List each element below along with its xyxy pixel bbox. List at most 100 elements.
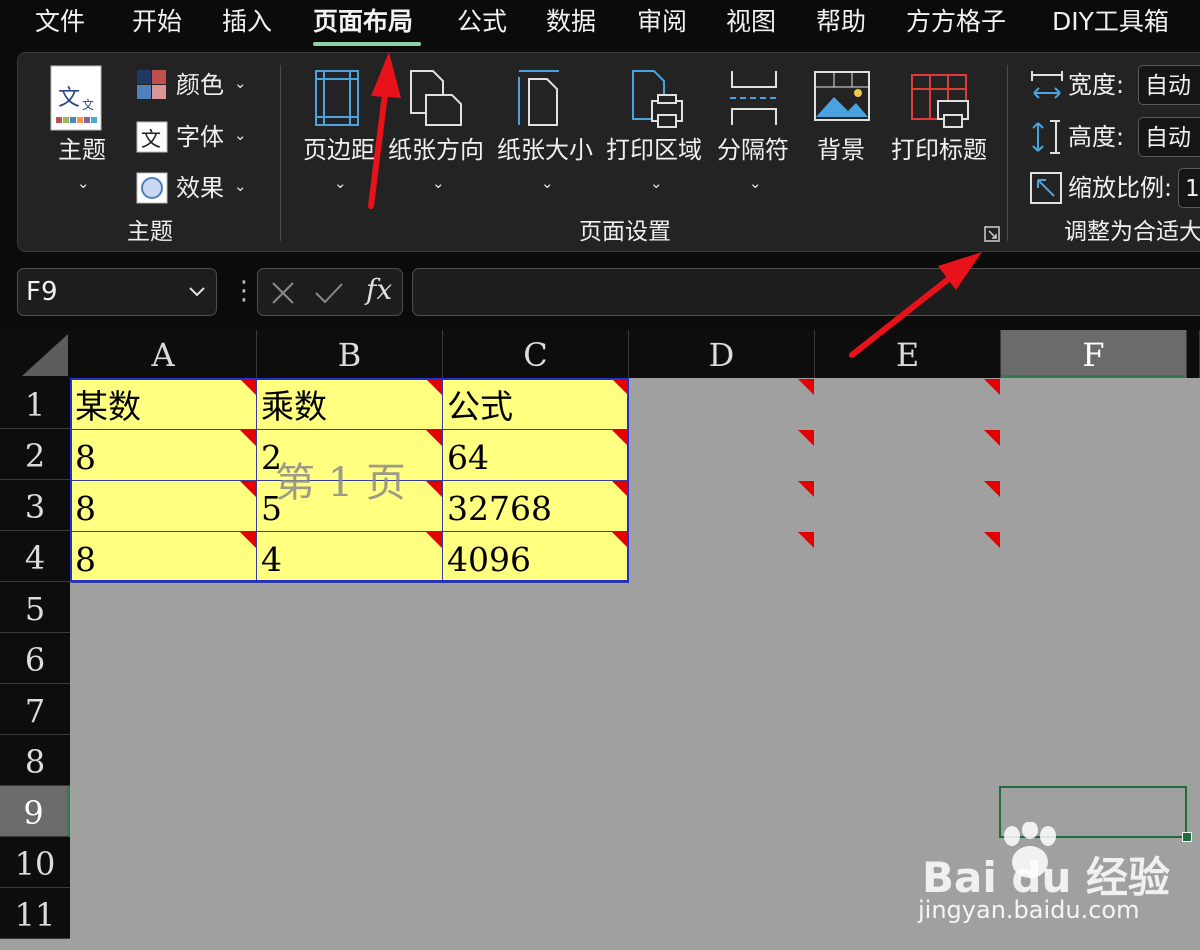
group-label-page-setup: 页面设置 [579, 219, 671, 245]
comment-indicator[interactable] [612, 379, 628, 395]
column-header-g[interactable] [1187, 330, 1200, 378]
tab-diy-toolbox[interactable]: DIY工具箱 [1052, 4, 1169, 40]
row-header[interactable]: 3 [0, 480, 70, 531]
cell-c1[interactable]: 公式 [443, 379, 629, 430]
column-header-c[interactable]: C [443, 330, 629, 378]
name-box[interactable]: F9 [17, 268, 217, 316]
active-tab-underline [313, 42, 421, 46]
row-header[interactable]: 8 [0, 735, 70, 786]
margins-icon [315, 70, 359, 126]
print-area-button[interactable]: 打印区域 [606, 135, 702, 165]
width-select[interactable]: 自动 [1138, 65, 1200, 105]
column-header-e[interactable]: E [815, 330, 1001, 378]
column-header-b[interactable]: B [257, 330, 443, 378]
comment-indicator[interactable] [984, 379, 1000, 395]
comment-indicator[interactable] [798, 481, 814, 497]
cell-b4[interactable]: 4 [257, 532, 443, 583]
breaks-icon [730, 71, 778, 125]
cell-a1[interactable]: 某数 [71, 379, 257, 430]
fonts-button[interactable]: 字体 [176, 122, 224, 152]
row-header[interactable]: 2 [0, 429, 70, 480]
scale-input[interactable]: 1( [1178, 168, 1200, 208]
row-header[interactable]: 1 [0, 378, 70, 429]
cell-c3[interactable]: 32768 [443, 481, 629, 532]
cell-c2[interactable]: 64 [443, 430, 629, 481]
chevron-down-icon[interactable]: ⌄ [650, 175, 663, 191]
chevron-down-icon[interactable]: ⌄ [234, 75, 247, 91]
comment-indicator[interactable] [426, 532, 442, 548]
comment-indicator[interactable] [612, 430, 628, 446]
tab-formulas[interactable]: 公式 [457, 4, 507, 40]
tab-help[interactable]: 帮助 [816, 4, 866, 40]
chevron-down-icon[interactable]: ⌄ [234, 127, 247, 143]
tab-file[interactable]: 文件 [35, 4, 85, 40]
cell-a4[interactable]: 8 [71, 532, 257, 583]
chevron-down-icon[interactable]: ⌄ [432, 175, 445, 191]
comment-indicator[interactable] [426, 481, 442, 497]
menu-bar: 文件 开始 插入 页面布局 公式 数据 审阅 视图 帮助 方方格子 DIY工具箱 [0, 0, 1200, 50]
chevron-down-icon[interactable]: ⌄ [541, 175, 554, 191]
comment-indicator[interactable] [240, 532, 256, 548]
confirm-icon[interactable] [314, 281, 344, 305]
cancel-icon[interactable] [270, 281, 296, 305]
row-header[interactable]: 4 [0, 531, 70, 582]
formula-input[interactable] [412, 268, 1200, 316]
themes-button[interactable]: 主题 [58, 135, 106, 165]
comment-indicator[interactable] [612, 532, 628, 548]
column-header-f[interactable]: F [1001, 330, 1187, 378]
insert-function-button[interactable]: fx [366, 273, 392, 306]
comment-indicator[interactable] [798, 379, 814, 395]
width-label: 宽度: [1068, 71, 1125, 99]
comment-indicator[interactable] [984, 430, 1000, 446]
comment-indicator[interactable] [240, 430, 256, 446]
comment-indicator[interactable] [612, 481, 628, 497]
cell-b1[interactable]: 乘数 [257, 379, 443, 430]
ribbon: 文 文 主题 ⌄ 颜色 ⌄ 文 字体 ⌄ 效果 ⌄ 主题 页边距 ⌄ 纸张方向 … [17, 52, 1200, 252]
page-size-button[interactable]: 纸张大小 [497, 135, 593, 165]
scale-label: 缩放比例: [1068, 174, 1173, 202]
print-titles-button[interactable]: 打印标题 [891, 135, 987, 165]
effects-button[interactable]: 效果 [176, 173, 224, 203]
chevron-down-icon[interactable] [188, 285, 206, 299]
formula-bar-grip-icon[interactable]: ⋮ [231, 276, 257, 306]
row-header-selected[interactable]: 9 [0, 786, 70, 837]
ribbon-separator [280, 65, 281, 241]
cell-a3[interactable]: 8 [71, 481, 257, 532]
comment-indicator[interactable] [984, 532, 1000, 548]
tab-page-layout[interactable]: 页面布局 [313, 4, 413, 40]
column-header-a[interactable]: A [70, 330, 257, 378]
comment-indicator[interactable] [798, 532, 814, 548]
comment-indicator[interactable] [240, 379, 256, 395]
orientation-button[interactable]: 纸张方向 [388, 135, 484, 165]
comment-indicator[interactable] [984, 481, 1000, 497]
tab-home[interactable]: 开始 [132, 4, 182, 40]
chevron-down-icon[interactable]: ⌄ [234, 178, 247, 194]
comment-indicator[interactable] [426, 379, 442, 395]
row-header[interactable]: 5 [0, 582, 70, 633]
comment-indicator[interactable] [240, 481, 256, 497]
tab-insert[interactable]: 插入 [222, 4, 272, 40]
comment-indicator[interactable] [426, 430, 442, 446]
cell-a2[interactable]: 8 [71, 430, 257, 481]
tab-data[interactable]: 数据 [546, 4, 596, 40]
select-all-corner[interactable] [0, 330, 70, 378]
dialog-launcher-icon[interactable] [984, 226, 1000, 242]
tab-review[interactable]: 审阅 [637, 4, 687, 40]
colors-button[interactable]: 颜色 [176, 70, 224, 100]
chevron-down-icon[interactable]: ⌄ [334, 175, 347, 191]
cell-c4[interactable]: 4096 [443, 532, 629, 583]
breaks-button[interactable]: 分隔符 [717, 135, 789, 165]
margins-button[interactable]: 页边距 [303, 135, 375, 165]
chevron-down-icon[interactable]: ⌄ [77, 175, 90, 191]
row-header[interactable]: 7 [0, 684, 70, 735]
height-select[interactable]: 自动 [1138, 117, 1200, 157]
row-header[interactable]: 10 [0, 837, 70, 888]
column-header-d[interactable]: D [629, 330, 815, 378]
background-button[interactable]: 背景 [817, 135, 865, 165]
chevron-down-icon[interactable]: ⌄ [749, 175, 762, 191]
row-header[interactable]: 6 [0, 633, 70, 684]
comment-indicator[interactable] [798, 430, 814, 446]
tab-fangfang[interactable]: 方方格子 [906, 4, 1006, 40]
row-header[interactable]: 11 [0, 888, 70, 939]
tab-view[interactable]: 视图 [726, 4, 776, 40]
